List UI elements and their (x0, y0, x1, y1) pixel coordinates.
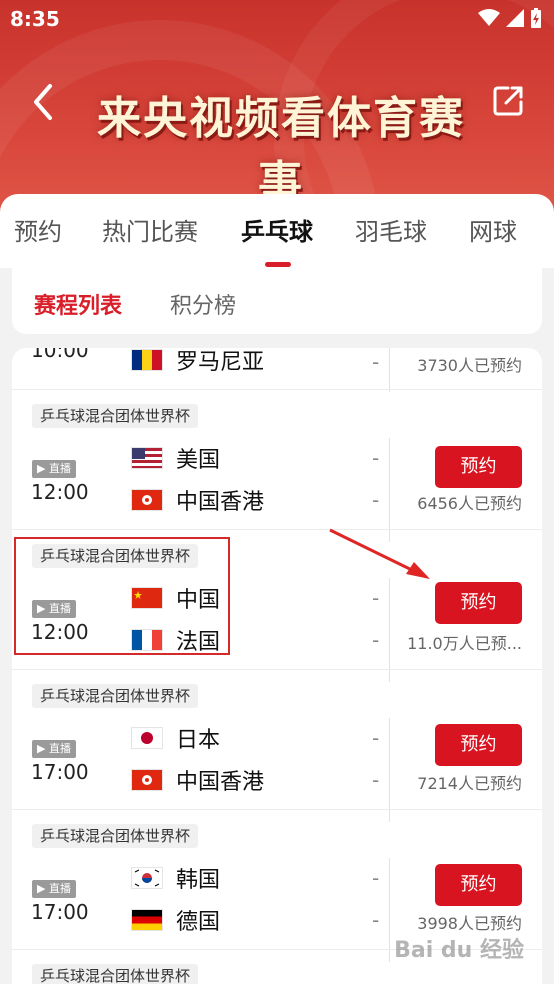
status-icons (478, 8, 542, 28)
team-row: 韩国 (132, 862, 220, 894)
team-row: 德国 (132, 904, 220, 936)
chevron-left-icon (34, 84, 52, 120)
competition-tag: 乒乓球混合团体世界杯 (32, 684, 199, 708)
team-score: - (372, 446, 380, 470)
reservation-count: 6456人已预约 (417, 494, 522, 513)
share-button[interactable] (492, 84, 526, 118)
divider (389, 438, 390, 542)
team-score: - (372, 908, 380, 932)
tab-table-tennis[interactable]: 乒乓球 (241, 212, 313, 247)
sport-tabs: 预约 热门比赛 乒乓球 羽毛球 网球 (0, 194, 554, 268)
divider (389, 578, 390, 682)
reservation-count: 3998人已预约 (417, 914, 522, 933)
romania-flag-icon (132, 350, 162, 370)
wifi-icon (478, 9, 500, 26)
reserve-button[interactable]: 预约 (435, 864, 522, 906)
france-flag-icon (132, 630, 162, 650)
team-name: 罗马尼亚 (176, 350, 265, 375)
hong-kong-flag-icon (132, 770, 162, 790)
team-score: - (372, 726, 380, 750)
reserve-button[interactable]: 预约 (435, 446, 522, 488)
tab-badminton[interactable]: 羽毛球 (355, 212, 427, 247)
germany-flag-icon (132, 910, 162, 930)
team-name: 德国 (176, 910, 221, 935)
team-row: 日本 (132, 722, 220, 754)
team-score: - (372, 586, 380, 610)
list-item[interactable]: 乒乓球混合团体世界杯 ▶ 直播 17:00 日本 - 中国香港 - 预约 721… (12, 670, 542, 822)
team-name: 法国 (176, 630, 221, 655)
team-row: 中国香港 (132, 764, 264, 796)
team-score: - (372, 768, 380, 792)
reservation-count: 7214人已预约 (417, 774, 522, 793)
list-item[interactable]: 10:00 罗马尼亚 - 3730人已预约 (12, 348, 542, 392)
china-flag-icon (132, 588, 162, 608)
sub-tabs: 赛程列表 积分榜 (12, 268, 542, 334)
watermark: Bai du 经验 (394, 938, 524, 963)
tab-hot-matches[interactable]: 热门比赛 (102, 212, 198, 247)
team-name: 中国香港 (176, 770, 265, 795)
team-name: 中国 (176, 588, 221, 613)
share-icon (493, 86, 523, 116)
team-row: 中国香港 (132, 484, 264, 516)
team-row: 中国 (132, 582, 220, 614)
team-row: 法国 (132, 624, 220, 656)
competition-tag: 乒乓球混合团体世界杯 (32, 824, 199, 848)
team-name: 韩国 (176, 868, 221, 893)
team-score: - (372, 488, 380, 512)
page-title: 来央视频看体育赛事 (97, 93, 465, 208)
team-name: 中国香港 (176, 490, 265, 515)
team-score: - (372, 350, 380, 374)
active-tab-indicator (265, 262, 291, 267)
match-time: 10:00 (31, 348, 89, 362)
match-time: 12:00 (31, 480, 89, 504)
live-badge: ▶ 直播 (32, 740, 76, 758)
status-time: 8:35 (10, 7, 60, 31)
team-name: 美国 (176, 448, 221, 473)
team-score: - (372, 866, 380, 890)
battery-icon (531, 8, 541, 28)
reserve-button[interactable]: 预约 (435, 724, 522, 766)
divider (389, 858, 390, 962)
competition-tag: 乒乓球混合团体世界杯 (32, 964, 199, 984)
list-item[interactable]: 乒乓球混合团体世界杯 ▶ 直播 12:00 美国 - 中国香港 - 预约 645… (12, 390, 542, 542)
list-item[interactable]: 乒乓球混合团体世界杯 ▶ 直播 17:00 韩国 - 德国 - 预约 3998人… (12, 810, 542, 962)
live-badge: ▶ 直播 (32, 880, 76, 898)
live-badge: ▶ 直播 (32, 600, 76, 618)
match-time: 12:00 (31, 620, 89, 644)
divider (389, 718, 390, 822)
subtab-standings[interactable]: 积分榜 (170, 288, 236, 320)
reserve-button[interactable]: 预约 (435, 582, 522, 624)
reservation-count: 11.0万人已预... (407, 634, 522, 653)
reservation-count: 3730人已预约 (417, 356, 522, 375)
korea-flag-icon (132, 868, 162, 888)
team-score: - (372, 628, 380, 652)
hong-kong-flag-icon (132, 490, 162, 510)
signal-icon (506, 9, 524, 27)
tab-tennis[interactable]: 网球 (469, 212, 517, 247)
team-name: 日本 (176, 728, 221, 753)
status-bar: 8:35 (0, 0, 554, 38)
team-row: 罗马尼亚 (132, 348, 264, 376)
match-time: 17:00 (31, 900, 89, 924)
divider (389, 348, 390, 392)
usa-flag-icon (132, 448, 162, 468)
competition-tag: 乒乓球混合团体世界杯 (32, 544, 199, 568)
competition-tag: 乒乓球混合团体世界杯 (32, 404, 199, 428)
live-badge: ▶ 直播 (32, 460, 76, 478)
list-item[interactable]: 乒乓球混合团体世界杯 ▶ 直播 12:00 中国 - 法国 - 预约 11.0万… (12, 530, 542, 682)
match-list[interactable]: 10:00 罗马尼亚 - 3730人已预约 乒乓球混合团体世界杯 ▶ 直播 12… (12, 348, 542, 984)
team-row: 美国 (132, 442, 220, 474)
japan-flag-icon (132, 728, 162, 748)
match-time: 17:00 (31, 760, 89, 784)
tab-reservation[interactable]: 预约 (14, 212, 62, 247)
back-button[interactable] (30, 82, 70, 122)
subtab-schedule[interactable]: 赛程列表 (34, 288, 122, 320)
